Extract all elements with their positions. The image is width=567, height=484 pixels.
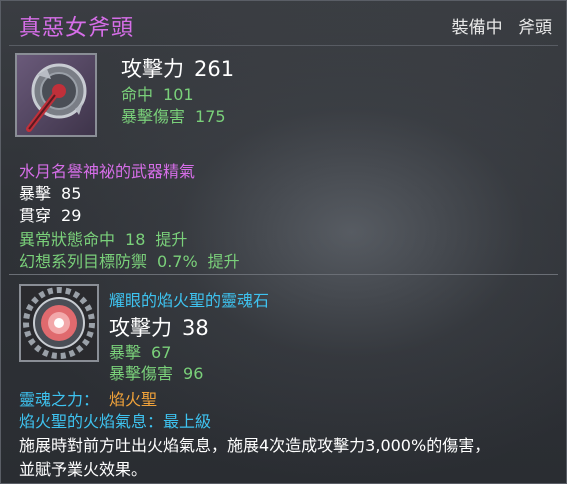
skill-description-line-2: 並賦予業火效果。 xyxy=(19,460,148,479)
attack-value: 261 xyxy=(194,57,235,81)
stat-value: 175 xyxy=(195,107,226,126)
bonus-label: 異常狀態命中 xyxy=(19,230,116,249)
stat-value: 96 xyxy=(183,364,204,383)
item-title: 真惡女斧頭 xyxy=(19,16,135,41)
equip-status: 裝備中 斧頭 xyxy=(442,13,552,38)
header-divider xyxy=(9,45,558,46)
weapon-type-label: 斧頭 xyxy=(518,18,552,38)
soul-stone-crit-damage-stat: 暴擊傷害 96 xyxy=(109,360,203,384)
axe-icon[interactable] xyxy=(15,53,97,137)
stat-label: 貫穿 xyxy=(19,206,52,225)
bonus-value: 18 xyxy=(125,230,146,249)
bonus-label: 幻想系列目標防禦 xyxy=(19,252,148,271)
soul-stone-name: 耀眼的焰火聖的靈魂石 xyxy=(109,291,270,310)
soul-power-line: 靈魂之力： 焰火聖 xyxy=(19,386,157,410)
stat-label: 暴擊 xyxy=(19,184,52,203)
stat-label: 暴擊傷害 xyxy=(109,364,174,383)
soul-stone-attack-line: 攻擊力 38 xyxy=(109,312,209,342)
attack-label: 攻擊力 xyxy=(109,316,172,340)
equipped-label: 裝備中 xyxy=(451,18,503,38)
bonus-suffix: 提升 xyxy=(207,252,240,271)
essence-pierce-stat: 貫穿 29 xyxy=(19,202,81,226)
attack-line: 攻擊力 261 xyxy=(121,53,234,83)
accuracy-stat: 命中 101 xyxy=(121,81,194,105)
item-tooltip: 真惡女斧頭 裝備中 斧頭 攻擊力 261 命中 101 暴擊傷害 175 水月名譽神祕… xyxy=(0,0,567,484)
flame-breath-grade: 焰火聖的火焰氣息：最上級 xyxy=(19,412,212,431)
attack-label: 攻擊力 xyxy=(121,57,184,81)
essence-name: 水月名譽神祕的武器精氣 xyxy=(19,162,196,181)
soul-power-label: 靈魂之力： xyxy=(19,390,100,409)
stat-value: 101 xyxy=(163,85,194,104)
bonus-value: 0.7% xyxy=(157,252,198,271)
skill-description-line-1: 施展時對前方吐出火焰氣息，施展4次造成攻擊力3,000%的傷害， xyxy=(19,436,491,455)
attack-value: 38 xyxy=(182,316,209,340)
stat-value: 29 xyxy=(61,206,82,225)
section-divider xyxy=(9,274,558,275)
essence-bonus-1: 異常狀態命中 18 提升 xyxy=(19,226,187,250)
soul-power-value: 焰火聖 xyxy=(109,390,158,409)
stat-label: 命中 xyxy=(121,85,154,104)
essence-crit-stat: 暴擊 85 xyxy=(19,180,81,204)
essence-bonus-2: 幻想系列目標防禦 0.7% 提升 xyxy=(19,248,240,272)
crit-damage-stat: 暴擊傷害 175 xyxy=(121,103,226,127)
bonus-suffix: 提升 xyxy=(155,230,188,249)
soul-stone-icon[interactable] xyxy=(19,284,99,362)
stat-value: 85 xyxy=(61,184,82,203)
stat-label: 暴擊傷害 xyxy=(121,107,186,126)
